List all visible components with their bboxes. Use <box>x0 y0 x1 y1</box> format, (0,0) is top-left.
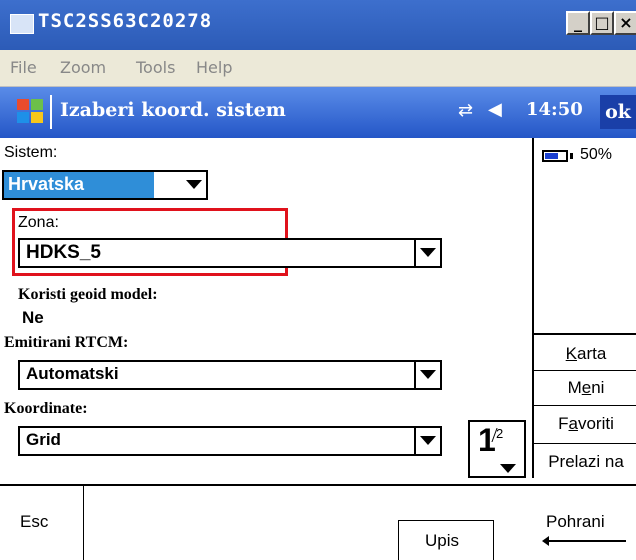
geoid-value: Ne <box>22 308 44 327</box>
favoriti-button[interactable]: Favoriti <box>536 414 636 434</box>
karta-label: arta <box>577 344 607 363</box>
upis-button[interactable]: Upis <box>398 520 494 560</box>
chevron-down-icon[interactable] <box>414 238 440 268</box>
koordinate-label: Koordinate: <box>4 400 88 417</box>
nav-divider <box>50 95 52 129</box>
zona-select[interactable]: HDKS_5 <box>18 238 442 268</box>
pohrani-button[interactable]: Pohrani <box>536 486 636 560</box>
koordinate-value: Grid <box>26 430 61 449</box>
menu-zoom[interactable]: Zoom <box>60 58 106 77</box>
menu-bar: File Zoom Tools Help <box>0 50 636 87</box>
esc-label: Esc <box>20 512 49 531</box>
battery-tip <box>570 153 573 159</box>
window-title-bar: TSC2SS63C20278 _ □ × <box>0 0 636 50</box>
pohrani-label: Pohrani <box>546 512 605 531</box>
side-divider-2 <box>534 370 636 371</box>
minimize-button[interactable]: _ <box>566 11 590 35</box>
app-icon <box>10 14 34 34</box>
meni-button[interactable]: Meni <box>536 378 636 398</box>
rtcm-label: Emitirani RTCM: <box>4 334 129 351</box>
menu-help[interactable]: Help <box>196 58 232 77</box>
page-title: Izaberi koord. sistem <box>60 99 286 121</box>
rtcm-select[interactable]: Automatski <box>18 360 442 390</box>
down-arrow-icon <box>500 464 516 473</box>
rtcm-value: Automatski <box>26 364 119 383</box>
battery-level: 50% <box>580 146 613 163</box>
windows-start-icon[interactable] <box>14 95 48 129</box>
clock[interactable]: 14:50 <box>526 99 583 120</box>
sistem-label: Sistem: <box>4 144 58 161</box>
zona-value: HDKS_5 <box>26 242 101 263</box>
page-indicator-button[interactable]: 1 2 <box>468 420 526 478</box>
pohrani-arrow-icon <box>542 536 549 546</box>
side-divider-4 <box>534 443 636 444</box>
navigation-bar: Izaberi koord. sistem ⇄ ◀ 14:50 ok <box>0 87 636 138</box>
sidebar-divider <box>532 138 534 478</box>
sistem-value: Hrvatska <box>8 174 85 194</box>
ok-button[interactable]: ok <box>600 95 636 129</box>
window-title: TSC2SS63C20278 <box>38 10 213 32</box>
geoid-label: Koristi geoid model: <box>18 286 158 303</box>
chevron-down-icon[interactable] <box>414 360 440 390</box>
side-divider-1 <box>534 333 636 335</box>
menu-file[interactable]: File <box>10 58 37 77</box>
upis-label: Upis <box>425 531 460 550</box>
pohrani-underline <box>546 540 626 542</box>
close-button[interactable]: × <box>614 11 636 35</box>
zona-label: Zona: <box>18 214 59 231</box>
chevron-down-icon[interactable] <box>180 170 206 198</box>
speaker-icon[interactable]: ◀ <box>488 99 502 120</box>
chevron-down-icon[interactable] <box>414 426 440 456</box>
maximize-button[interactable]: □ <box>590 11 614 35</box>
prelazi-button[interactable]: Prelazi na <box>536 452 636 472</box>
side-divider-3 <box>534 405 636 406</box>
connectivity-icon[interactable]: ⇄ <box>458 100 473 121</box>
menu-tools[interactable]: Tools <box>136 58 175 77</box>
sistem-select[interactable]: Hrvatska <box>2 170 208 200</box>
battery-icon <box>542 150 568 162</box>
koordinate-select[interactable]: Grid <box>18 426 442 456</box>
karta-button[interactable]: Karta <box>536 344 636 364</box>
esc-button[interactable]: Esc <box>0 486 84 560</box>
